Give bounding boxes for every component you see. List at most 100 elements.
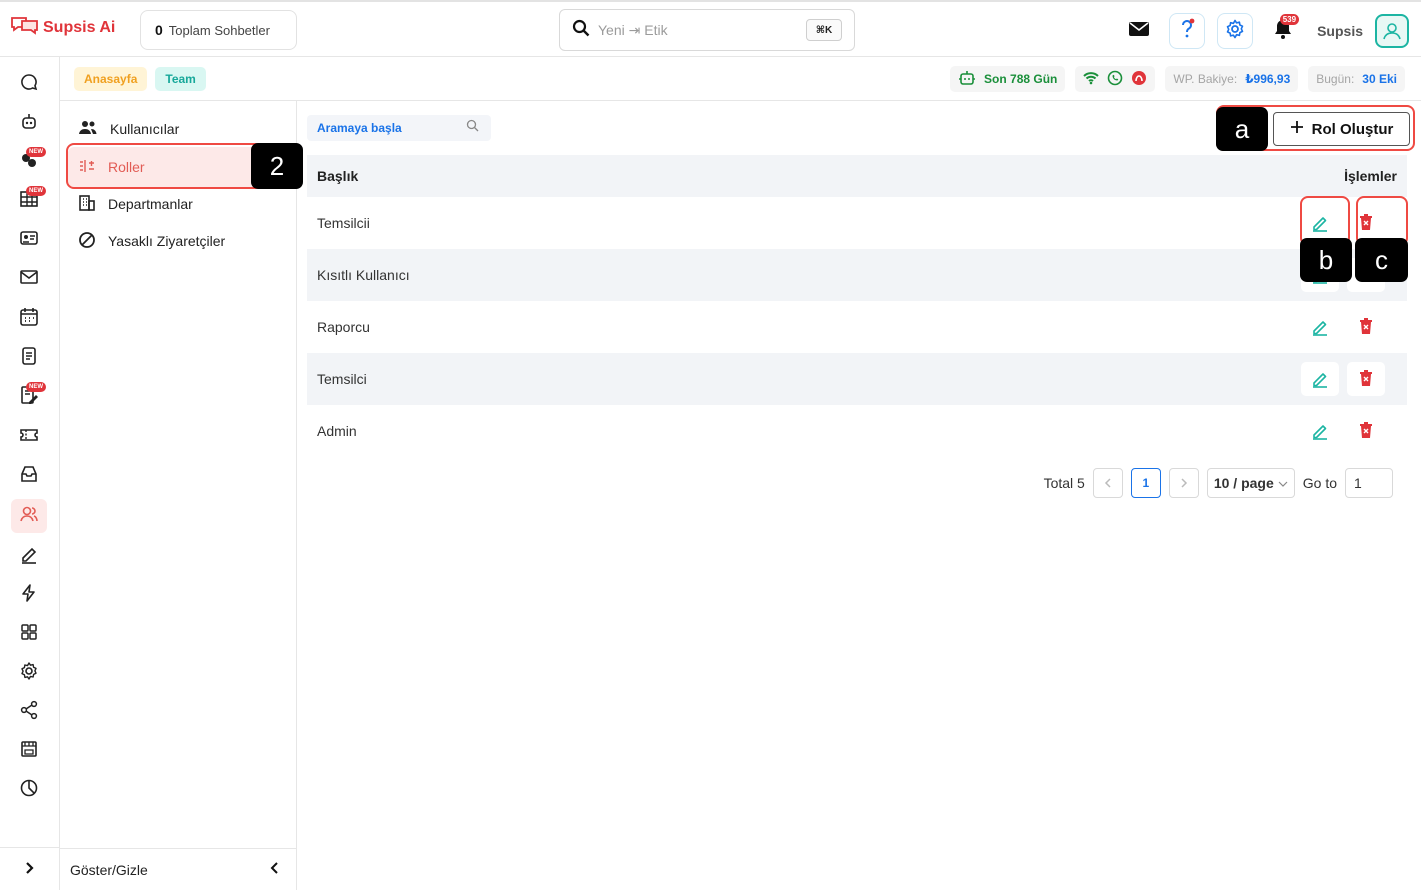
roles-table: Başlık İşlemler Temsilcii Kısıtlı Kullanı… [307, 155, 1407, 457]
rail-reports[interactable] [11, 773, 47, 807]
table-row: Admin [307, 405, 1407, 457]
today-stat: Bugün: 30 Eki [1308, 66, 1405, 92]
role-title: Admin [317, 423, 357, 439]
top-right-actions: 539 Supsis [1121, 11, 1409, 51]
notification-count: 539 [1279, 14, 1300, 25]
delete-role-button[interactable] [1347, 362, 1385, 396]
delete-role-button[interactable] [1347, 310, 1385, 344]
robot-icon [19, 112, 39, 137]
rail-bot[interactable] [11, 107, 47, 141]
next-page-button[interactable] [1168, 468, 1199, 498]
rail-settings[interactable] [11, 656, 47, 690]
tab-team[interactable]: Team [155, 66, 206, 91]
chevron-down-icon [1278, 475, 1288, 491]
tab-anasayfa[interactable]: Anasayfa [74, 66, 148, 91]
rail-team[interactable] [11, 499, 47, 533]
new-badge: NEW [26, 147, 46, 157]
edit-role-button[interactable] [1301, 310, 1339, 344]
id-card-icon [19, 228, 39, 253]
total-chats-label: Toplam Sohbetler [168, 22, 270, 38]
table-header: Başlık İşlemler [307, 155, 1407, 197]
rail-expand-button[interactable] [0, 847, 60, 890]
building-icon [78, 194, 96, 215]
table-row: Raporcu [307, 301, 1407, 353]
robot-icon [958, 69, 976, 90]
grid-icon [19, 622, 39, 647]
rail-share[interactable] [11, 695, 47, 729]
rail-notes[interactable] [11, 341, 47, 375]
pen-icon [19, 544, 39, 569]
delete-role-button[interactable] [1347, 414, 1385, 448]
help-icon [1178, 18, 1196, 45]
wifi-icon [1083, 71, 1100, 88]
rail-chat[interactable] [11, 67, 47, 101]
trash-icon [1358, 421, 1374, 442]
ticket-icon [19, 425, 39, 450]
rail-calendar[interactable] [11, 302, 47, 336]
help-button[interactable] [1169, 13, 1206, 49]
app-logo[interactable]: Supsis Ai [10, 15, 115, 40]
stats-bar: Son 788 Gün WP. Bakiye: ₺996,93 Bugün: 3… [950, 66, 1405, 92]
page-number[interactable]: 1 [1130, 468, 1161, 498]
today-value: 30 Eki [1362, 72, 1397, 86]
rail-sign[interactable] [11, 539, 47, 573]
total-chats-count: 0 [155, 22, 163, 38]
gear-icon [1225, 19, 1245, 44]
balance-stat: WP. Bakiye: ₺996,93 [1165, 66, 1299, 92]
role-title: Kısıtlı Kullanıcı [317, 267, 410, 283]
page-size-select[interactable]: 10 / page [1206, 468, 1295, 498]
rail-inbox[interactable] [11, 459, 47, 493]
users-icon [78, 120, 98, 139]
rail-contacts[interactable] [11, 223, 47, 257]
chevron-right-icon [24, 859, 36, 880]
role-title: Temsilci [317, 371, 367, 387]
left-rail: NEW NEW NEW [0, 57, 60, 890]
calendar-icon [19, 307, 39, 332]
chevron-left-icon [269, 861, 279, 878]
rail-automation[interactable] [11, 578, 47, 612]
annotation-step-2: 2 [251, 143, 303, 189]
table-row: Temsilcii [307, 197, 1407, 249]
rail-table[interactable]: NEW [11, 184, 47, 218]
subnav-item-yasakli-ziyaretciler[interactable]: Yasaklı Ziyaretçiler [78, 227, 225, 255]
notifications-button[interactable]: 539 [1265, 13, 1301, 49]
subnav-toggle[interactable]: Göster/Gizle [60, 848, 297, 890]
avatar[interactable] [1375, 14, 1409, 48]
global-search-input[interactable]: Yeni ⇥ Etik [598, 22, 798, 39]
rail-tickets[interactable] [11, 420, 47, 454]
rail-store[interactable] [11, 734, 47, 768]
subnav-label: Kullanıcılar [110, 121, 180, 137]
envelope-icon [19, 267, 39, 292]
rail-forms[interactable]: NEW [11, 380, 47, 414]
rail-apps[interactable] [11, 617, 47, 651]
goto-input[interactable]: 1 [1345, 468, 1393, 498]
pagination-total: Total 5 [1043, 475, 1085, 491]
role-title: Raporcu [317, 319, 370, 335]
roles-search[interactable]: Aramaya başla [307, 115, 491, 141]
trash-icon [1358, 317, 1374, 338]
user-name[interactable]: Supsis [1317, 23, 1363, 39]
settings-button[interactable] [1217, 13, 1254, 49]
tab-strip: Anasayfa Team Son 788 Gün WP. Bakiye: ₺9… [60, 57, 1421, 101]
chat-icon [19, 72, 39, 97]
mail-button[interactable] [1121, 13, 1157, 49]
role-title: Temsilcii [317, 215, 370, 231]
column-title: Başlık [317, 168, 359, 184]
prev-page-button[interactable] [1092, 468, 1123, 498]
subnav-item-departmanlar[interactable]: Departmanlar [78, 190, 193, 218]
roles-search-input[interactable]: Aramaya başla [317, 121, 402, 135]
global-search[interactable]: Yeni ⇥ Etik ⌘K [559, 9, 855, 51]
column-actions: İşlemler [1344, 168, 1397, 184]
rail-email[interactable] [11, 262, 47, 296]
annotation-label-c: c [1355, 238, 1408, 282]
goto-label: Go to [1302, 475, 1337, 491]
edit-role-button[interactable] [1301, 362, 1339, 396]
app-root: Supsis Ai 0 Toplam Sohbetler Yeni ⇥ Etik… [0, 0, 1421, 890]
page-size-value: 10 / page [1213, 475, 1274, 491]
subnav-item-kullanicilar[interactable]: Kullanıcılar [78, 115, 179, 143]
edit-role-button[interactable] [1301, 414, 1339, 448]
total-chats-counter[interactable]: 0 Toplam Sohbetler [140, 10, 297, 50]
row-actions [1301, 414, 1385, 448]
team-icon [19, 504, 39, 529]
rail-social[interactable]: NEW [11, 145, 47, 179]
